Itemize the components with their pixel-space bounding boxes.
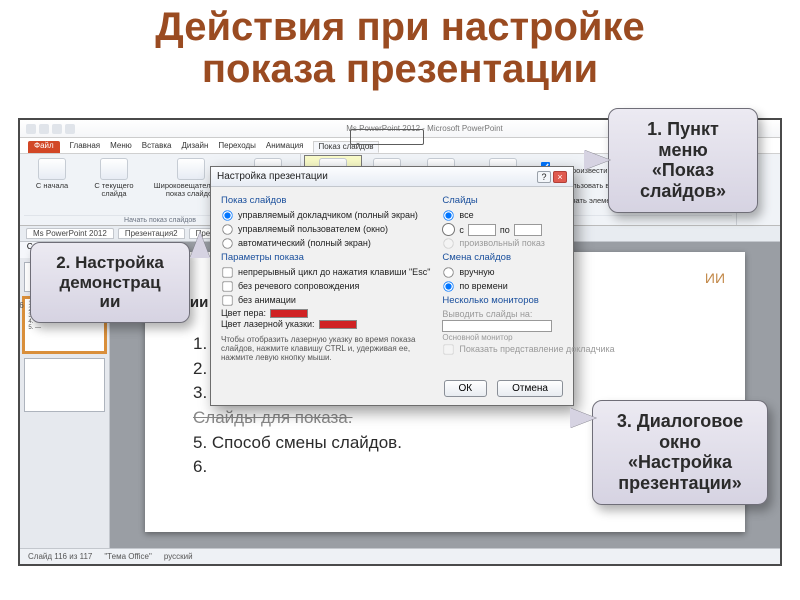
monitor-select (442, 320, 552, 332)
monitor-label: Выводить слайды на: (442, 309, 614, 319)
tab-animation[interactable]: Анимация (266, 141, 304, 153)
setup-show-dialog[interactable]: Настройка презентации ? × Показ слайдов … (210, 166, 574, 406)
dialog-right-col: Слайды все с по произвольный показ Смена… (442, 193, 614, 363)
to-spinner[interactable] (514, 224, 542, 236)
monitor-value: Основной монитор (442, 333, 614, 342)
tab-highlight (350, 129, 424, 145)
ok-button[interactable]: ОК (444, 380, 488, 397)
thumb-number: 116 (20, 301, 24, 310)
radio-range[interactable]: с по (442, 223, 614, 236)
group-show: Показ слайдов (221, 195, 430, 206)
callout-3: 3. Диалоговое окно «Настройка презентаци… (592, 400, 768, 505)
doc-tab-b[interactable]: Презентация2 (118, 228, 185, 239)
callout-3-tail (570, 408, 596, 428)
dialog-hint: Чтобы отобразить лазерную указку во врем… (221, 335, 430, 363)
pen-color-swatch[interactable] (270, 309, 308, 318)
title-line1: Действия при настройке (155, 5, 645, 49)
status-theme: "Тема Office" (104, 552, 152, 561)
radio-all[interactable]: все (442, 209, 614, 222)
callout-2-tail (190, 232, 210, 258)
tab-insert[interactable]: Вставка (142, 141, 172, 153)
radio-auto[interactable]: автоматический (полный экран) (221, 237, 430, 250)
statusbar: Слайд 116 из 117 "Тема Office" русский (20, 548, 780, 564)
tab-transitions[interactable]: Переходы (218, 141, 256, 153)
dialog-left-col: Показ слайдов управляемый докладчиком (п… (221, 193, 430, 363)
title-line2: показа презентации (202, 47, 598, 91)
callout-2: 2. Настройка демонстрац ии (30, 242, 190, 323)
btn-from-current[interactable]: С текущего слайда (86, 156, 142, 215)
radio-custom: произвольный показ (442, 237, 614, 250)
dialog-titlebar[interactable]: Настройка презентации ? × (211, 167, 573, 187)
status-slide: Слайд 116 из 117 (28, 552, 92, 561)
chk-no-animation[interactable]: без анимации (221, 294, 430, 307)
quick-access-toolbar[interactable] (26, 124, 75, 134)
status-lang: русский (164, 552, 193, 561)
doc-tab-a[interactable]: Ms PowerPoint 2012 (26, 228, 114, 239)
help-icon[interactable]: ? (537, 171, 551, 183)
tab-file[interactable]: Файл (28, 141, 60, 153)
page-title: Действия при настройке показа презентаци… (0, 0, 800, 94)
group-slides: Слайды (442, 195, 614, 206)
pen-color-row[interactable]: Цвет пера: (221, 308, 430, 318)
laser-color-row[interactable]: Цвет лазерной указки: (221, 319, 430, 329)
tab-menu[interactable]: Меню (110, 141, 132, 153)
radio-timed[interactable]: по времени (442, 280, 614, 293)
radio-manual[interactable]: вручную (442, 266, 614, 279)
radio-user[interactable]: управляемый пользователем (окно) (221, 223, 430, 236)
window-controls[interactable]: ? × (537, 171, 567, 183)
btn-from-start[interactable]: С начала (24, 156, 80, 215)
chk-presenter: Показать представление докладчика (442, 343, 614, 356)
chk-no-narration[interactable]: без речевого сопровождения (221, 280, 430, 293)
group-options: Параметры показа (221, 252, 430, 263)
chk-loop[interactable]: непрерывный цикл до нажатия клавиши "Esc… (221, 266, 430, 279)
close-icon[interactable]: × (553, 171, 567, 183)
callout-1-tail (584, 150, 610, 170)
callout-1: 1. Пункт меню «Показ слайдов» (608, 108, 758, 213)
radio-speaker[interactable]: управляемый докладчиком (полный экран) (221, 209, 430, 222)
tab-home[interactable]: Главная (70, 141, 100, 153)
group-advance: Смена слайдов (442, 252, 614, 263)
from-spinner[interactable] (468, 224, 496, 236)
cancel-button[interactable]: Отмена (497, 380, 563, 397)
dialog-title: Настройка презентации (217, 171, 328, 182)
thumbnail[interactable] (24, 358, 105, 412)
tab-design[interactable]: Дизайн (181, 141, 208, 153)
group-monitors: Несколько мониторов (442, 295, 614, 306)
laser-color-swatch[interactable] (319, 320, 357, 329)
